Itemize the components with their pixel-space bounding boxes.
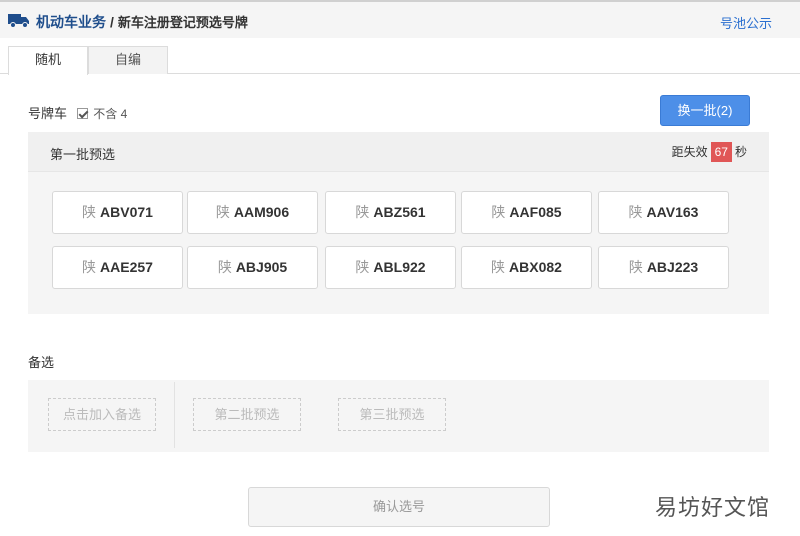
plate-code: AAM906 — [233, 204, 290, 220]
seconds-left-badge: 67 — [710, 142, 732, 162]
plate-code: ABJ223 — [646, 259, 699, 275]
second-batch-slot[interactable]: 第二批预选 — [193, 398, 301, 431]
plate-option[interactable]: 陕 AAV163 — [598, 191, 729, 234]
batch-panel: 第一批预选 距失效 67 秒 陕 ABV071 陕 AAM906 陕 ABZ561 陕 AA… — [28, 132, 769, 314]
breadcrumb: 机动车业务 / 新车注册登记预选号牌 — [36, 12, 248, 32]
plate-code: ABV071 — [100, 204, 153, 220]
plate-option[interactable]: 陕 ABL922 — [325, 246, 456, 289]
plate-option[interactable]: 陕 ABJ905 — [187, 246, 318, 289]
plate-province: 陕 — [355, 259, 370, 275]
plate-option[interactable]: 陕 AAF085 — [461, 191, 592, 234]
expire-countdown: 距失效 67 秒 — [672, 142, 747, 162]
plate-province: 陕 — [628, 204, 643, 220]
plate-code: ABZ561 — [373, 204, 426, 220]
batch-panel-header: 第一批预选 距失效 67 秒 — [28, 132, 769, 172]
plate-code: AAF085 — [509, 204, 562, 220]
tab-custom[interactable]: 自编 — [88, 46, 168, 74]
plate-province: 陕 — [217, 259, 232, 275]
expire-suffix: 秒 — [734, 145, 747, 159]
third-batch-slot[interactable]: 第三批预选 — [338, 398, 446, 431]
plate-province: 陕 — [82, 259, 97, 275]
alternates-title: 备选 — [28, 355, 55, 370]
plate-code: AAV163 — [646, 204, 699, 220]
plate-option[interactable]: 陕 ABV071 — [52, 191, 183, 234]
exclude-four-label[interactable]: 不含 4 — [93, 107, 127, 121]
plate-province: 陕 — [628, 259, 643, 275]
breadcrumb-root[interactable]: 机动车业务 — [36, 14, 106, 30]
plate-province: 陕 — [355, 204, 370, 220]
exclude-four-checkbox[interactable] — [76, 108, 88, 119]
watermark: 易坊好文馆 — [655, 496, 771, 521]
plate-option[interactable]: 陕 ABJ223 — [598, 246, 729, 289]
breadcrumb-separator: / — [110, 14, 114, 30]
expire-prefix: 距失效 — [671, 145, 708, 159]
alternates-divider — [174, 382, 175, 448]
tab-bar: 随机 自编 — [0, 38, 800, 75]
alternates-box: 点击加入备选 第二批预选 第三批预选 — [28, 380, 769, 452]
plate-province: 陕 — [82, 204, 97, 220]
plate-option[interactable]: 陕 ABZ561 — [325, 191, 456, 234]
plate-code: ABX082 — [509, 259, 562, 275]
confirm-button[interactable]: 确认选号 — [248, 487, 550, 527]
plate-option[interactable]: 陕 AAE257 — [52, 246, 183, 289]
truck-icon — [8, 14, 29, 28]
plate-province: 陕 — [491, 259, 506, 275]
add-alternate-slot[interactable]: 点击加入备选 — [48, 398, 156, 431]
top-bar: 机动车业务 / 新车注册登记预选号牌 号池公示 — [0, 0, 800, 38]
plate-province: 陕 — [491, 204, 506, 220]
plate-pool-link[interactable]: 号池公示 — [720, 13, 772, 32]
plate-code: ABL922 — [373, 259, 426, 275]
tab-random[interactable]: 随机 — [8, 46, 88, 75]
plate-province: 陕 — [215, 204, 230, 220]
plate-option[interactable]: 陕 ABX082 — [461, 246, 592, 289]
plate-type-row: 号牌车 不含 4 — [28, 103, 127, 122]
breadcrumb-current: 新车注册登记预选号牌 — [117, 15, 248, 30]
plate-option[interactable]: 陕 AAM906 — [187, 191, 318, 234]
plate-type-label: 号牌车 — [28, 106, 68, 121]
plate-code: AAE257 — [100, 259, 153, 275]
batch-title: 第一批预选 — [50, 147, 116, 162]
plate-code: ABJ905 — [235, 259, 288, 275]
change-batch-button[interactable]: 换一批(2) — [660, 95, 750, 126]
